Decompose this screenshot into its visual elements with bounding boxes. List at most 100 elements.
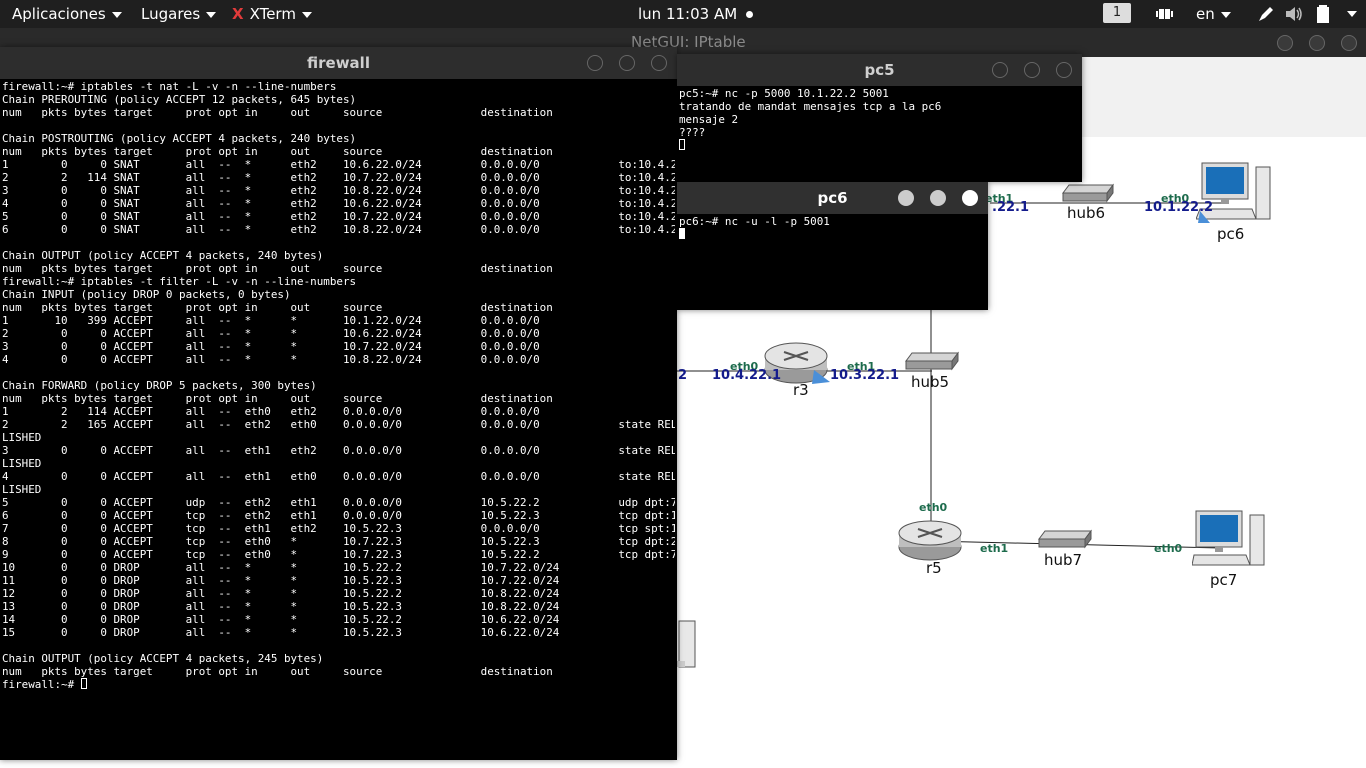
terminal-line: 1 0 0 SNAT all -- * eth2 10.6.22.0/24 0.… xyxy=(2,158,675,171)
terminal-line: 2 2 114 SNAT all -- * eth2 10.7.22.0/24 … xyxy=(2,171,675,184)
maximize-button[interactable] xyxy=(1309,35,1325,51)
terminal-line: 5 0 0 SNAT all -- * eth2 10.7.22.0/24 0.… xyxy=(2,210,675,223)
ip-label: 2 xyxy=(678,368,688,383)
terminal-line: 4 0 0 SNAT all -- * eth2 10.6.22.0/24 0.… xyxy=(2,197,675,210)
keyboard-layout-menu[interactable]: en xyxy=(1196,0,1231,28)
terminal-line: LISHED xyxy=(2,457,42,470)
terminal-line: 1 2 114 ACCEPT all -- eth0 eth2 0.0.0.0/… xyxy=(2,405,540,418)
terminal-line: Chain PREROUTING (policy ACCEPT 12 packe… xyxy=(2,93,357,106)
pc6-titlebar[interactable]: pc6 xyxy=(677,182,988,214)
pc6-title: pc6 xyxy=(817,189,848,207)
clock[interactable]: lun 11:03 AM xyxy=(638,0,753,28)
pc5-titlebar[interactable]: pc5 xyxy=(677,54,1082,86)
minimize-button[interactable] xyxy=(1277,35,1293,51)
xterm-label: XTerm xyxy=(249,5,296,23)
hub7-label: hub7 xyxy=(1044,551,1083,569)
terminal-line: Chain OUTPUT (policy ACCEPT 4 packets, 2… xyxy=(2,652,324,665)
xterm-icon: X xyxy=(232,5,244,23)
minimize-button[interactable] xyxy=(898,190,914,206)
terminal-line: 12 0 0 DROP all -- * * 10.5.22.2 10.8.22… xyxy=(2,587,560,600)
chevron-down-icon xyxy=(1220,11,1231,18)
terminal-line: pc6:~# nc -u -l -p 5001 xyxy=(679,215,830,228)
terminal-line: 4 0 0 ACCEPT all -- * * 10.8.22.0/24 0.0… xyxy=(2,353,540,366)
terminal-line: num pkts bytes target prot opt in out so… xyxy=(2,392,553,405)
clock-label: lun 11:03 AM xyxy=(638,5,738,23)
workspace-indicator[interactable]: 1 xyxy=(1103,3,1131,23)
minimize-button[interactable] xyxy=(992,62,1008,78)
top-panel: Aplicaciones Lugares X XTerm lun 11:03 AM… xyxy=(0,0,1366,28)
terminal-line: Chain FORWARD (policy DROP 5 packets, 30… xyxy=(2,379,317,392)
terminal-line: num pkts bytes target prot opt in out so… xyxy=(2,665,553,678)
pc6-label: pc6 xyxy=(1217,225,1245,243)
volume-icon[interactable] xyxy=(1284,4,1304,24)
hub5-label: hub5 xyxy=(911,373,950,391)
apps-grid-icon[interactable] xyxy=(1155,4,1175,24)
pc5-title: pc5 xyxy=(864,61,895,79)
hub5-switch-icon[interactable] xyxy=(904,349,960,373)
eth-label: eth0 xyxy=(1154,542,1183,555)
terminal-line: 6 0 0 SNAT all -- * eth2 10.8.22.0/24 0.… xyxy=(2,223,675,236)
ip-label: 10.1.22.2 xyxy=(1144,200,1214,215)
applications-menu[interactable]: Aplicaciones xyxy=(12,0,122,28)
terminal-line: 3 0 0 ACCEPT all -- * * 10.7.22.0/24 0.0… xyxy=(2,340,540,353)
terminal-line: 2 0 0 ACCEPT all -- * * 10.6.22.0/24 0.0… xyxy=(2,327,540,340)
terminal-line: 9 0 0 ACCEPT tcp -- eth0 * 10.7.22.3 10.… xyxy=(2,548,675,561)
places-label: Lugares xyxy=(141,5,201,23)
pc7-label: pc7 xyxy=(1210,571,1238,589)
pc5-terminal-output[interactable]: pc5:~# nc -p 5000 10.1.22.2 5001 tratando… xyxy=(679,87,1080,182)
terminal-line: num pkts bytes target prot opt in out so… xyxy=(2,301,553,314)
firewall-title: firewall xyxy=(307,54,370,72)
terminal-line: 14 0 0 DROP all -- * * 10.5.22.2 10.6.22… xyxy=(2,613,560,626)
firewall-titlebar[interactable]: firewall xyxy=(0,47,677,79)
terminal-line: num pkts bytes target prot opt in out so… xyxy=(2,262,553,275)
eth-label: eth0 xyxy=(919,501,948,514)
eth-label: eth1 xyxy=(980,542,1009,555)
chevron-down-icon xyxy=(111,11,122,18)
terminal-line: firewall:~# iptables -t filter -L -v -n … xyxy=(2,275,357,288)
terminal-line: 4 0 0 ACCEPT all -- eth1 eth0 0.0.0.0/0 … xyxy=(2,470,675,483)
hub7-switch-icon[interactable] xyxy=(1037,527,1093,551)
terminal-line: 13 0 0 DROP all -- * * 10.5.22.3 10.8.22… xyxy=(2,600,560,613)
maximize-button[interactable] xyxy=(619,55,635,71)
terminal-line: 8 0 0 ACCEPT tcp -- eth0 * 10.7.22.3 10.… xyxy=(2,535,675,548)
pc5-terminal-window[interactable]: pc5 pc5:~# nc -p 5000 10.1.22.2 5001 trat… xyxy=(677,54,1082,182)
terminal-line: num pkts bytes target prot opt in out so… xyxy=(2,106,553,119)
text-cursor xyxy=(679,228,685,239)
terminal-prompt: firewall:~# xyxy=(2,678,81,691)
ip-label: 10.4.22.1 xyxy=(712,368,782,383)
close-button[interactable] xyxy=(962,190,978,206)
firewall-terminal-window[interactable]: firewall firewall:~# iptables -t nat -L … xyxy=(0,47,677,760)
firewall-terminal-output[interactable]: firewall:~# iptables -t nat -L -v -n --l… xyxy=(2,80,675,760)
close-button[interactable] xyxy=(1341,35,1357,51)
terminal-line: mensaje 2 xyxy=(679,113,739,126)
close-button[interactable] xyxy=(651,55,667,71)
r5-router-icon[interactable] xyxy=(897,519,963,561)
maximize-button[interactable] xyxy=(1024,62,1040,78)
terminal-line: pc5:~# nc -p 5000 10.1.22.2 5001 xyxy=(679,87,889,100)
hub6-switch-icon[interactable] xyxy=(1061,181,1115,205)
hub6-label: hub6 xyxy=(1067,204,1106,222)
close-button[interactable] xyxy=(1056,62,1072,78)
terminal-line: 1 10 399 ACCEPT all -- * * 10.1.22.0/24 … xyxy=(2,314,540,327)
ip-label: .22.1 xyxy=(992,200,1030,215)
pen-icon[interactable] xyxy=(1256,4,1276,24)
computer-icon[interactable] xyxy=(677,617,699,671)
pc6-computer-icon[interactable] xyxy=(1196,161,1274,227)
pc6-terminal-window[interactable]: pc6 pc6:~# nc -u -l -p 5001 xyxy=(677,182,988,310)
pc7-computer-icon[interactable] xyxy=(1192,509,1266,571)
pc6-terminal-output[interactable]: pc6:~# nc -u -l -p 5001 xyxy=(679,215,986,310)
terminal-line: tratando de mandat mensajes tcp a la pc6 xyxy=(679,100,942,113)
chevron-down-icon xyxy=(301,11,312,18)
places-menu[interactable]: Lugares xyxy=(141,0,217,28)
maximize-button[interactable] xyxy=(930,190,946,206)
xterm-app-menu[interactable]: X XTerm xyxy=(232,0,312,28)
minimize-button[interactable] xyxy=(587,55,603,71)
system-menu-chevron-icon[interactable] xyxy=(1347,11,1357,17)
battery-icon[interactable] xyxy=(1313,4,1333,24)
terminal-line: LISHED xyxy=(2,483,42,496)
r5-label: r5 xyxy=(926,559,942,577)
terminal-line: 5 0 0 ACCEPT udp -- eth2 eth1 0.0.0.0/0 … xyxy=(2,496,675,509)
